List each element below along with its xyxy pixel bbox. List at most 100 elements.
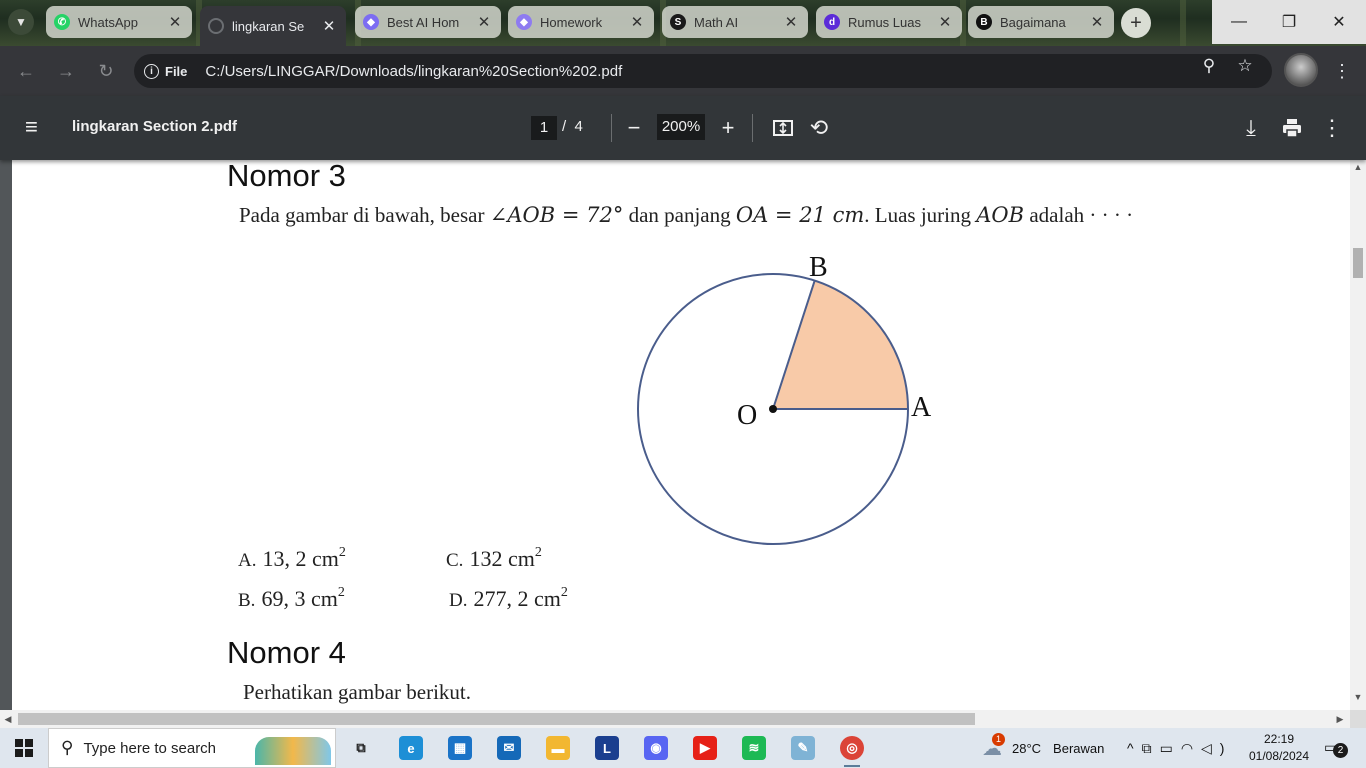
close-tab-icon[interactable]: ✕: [936, 13, 954, 31]
zoom-indicator-button[interactable]: ⚲: [1198, 55, 1220, 77]
question-4-heading: Nomor 4: [227, 635, 346, 670]
arrow-left-icon: ←: [17, 60, 35, 81]
bookmark-button[interactable]: ☆: [1234, 55, 1256, 77]
tab-title: Math AI: [694, 14, 739, 30]
more-actions-button[interactable]: ⋮: [1318, 114, 1346, 142]
minimize-button[interactable]: —: [1214, 0, 1264, 44]
browser-tab[interactable]: ◆ Homework ✕: [508, 6, 654, 38]
close-icon: ✕: [1332, 14, 1346, 31]
horizontal-scroll-thumb[interactable]: [18, 713, 975, 725]
pdf-page: Nomor 3 Pada gambar di bawah, besar ∠AOB…: [12, 158, 1350, 710]
angle-expression: ∠AOB = 72°: [489, 203, 624, 227]
horizontal-scrollbar[interactable]: ◀ ▶: [0, 710, 1350, 728]
l-app-icon[interactable]: L: [595, 736, 619, 760]
scroll-right-arrow-icon[interactable]: ▶: [1332, 712, 1348, 726]
forward-button[interactable]: →: [54, 59, 78, 83]
address-bar[interactable]: i File C:/Users/LINGGAR/Downloads/lingka…: [134, 54, 1272, 88]
browser-tab[interactable]: lingkaran Se ✕: [200, 6, 346, 46]
browser-tab[interactable]: S Math AI ✕: [662, 6, 808, 38]
b-icon: B: [976, 14, 992, 30]
site-info-chip[interactable]: i File: [144, 63, 187, 79]
windows-logo-icon: [15, 749, 23, 757]
tab-title: Best AI Hom: [387, 14, 460, 30]
vertical-scrollbar[interactable]: ▲ ▼: [1350, 160, 1366, 710]
fit-page-icon: [773, 120, 793, 136]
file-explorer-icon[interactable]: ▬: [546, 736, 570, 760]
profile-avatar[interactable]: [1284, 53, 1318, 87]
d-icon: d: [824, 14, 840, 30]
close-window-button[interactable]: ✕: [1314, 0, 1364, 44]
close-tab-icon[interactable]: ✕: [782, 13, 800, 31]
browser-tab[interactable]: ✆ WhatsApp ✕: [46, 6, 192, 38]
chrome-icon[interactable]: ◎: [840, 736, 864, 767]
notification-button[interactable]: ▭ 2: [1324, 739, 1348, 758]
url-text[interactable]: C:/Users/LINGGAR/Downloads/lingkaran%20S…: [205, 63, 622, 80]
question-4-text: Perhatikan gambar berikut.: [243, 680, 472, 704]
chevron-up-icon[interactable]: ^: [1127, 740, 1142, 756]
browser-tab[interactable]: ◆ Best AI Hom ✕: [355, 6, 501, 38]
edge-icon[interactable]: e: [399, 736, 423, 760]
search-highlight-image: [255, 737, 331, 765]
option-value: 13, 2 cm: [262, 546, 339, 571]
page-number-input[interactable]: 1: [531, 116, 557, 140]
scroll-down-arrow-icon[interactable]: ▼: [1350, 690, 1366, 704]
hamburger-icon: ≡: [25, 114, 38, 139]
center-point: [769, 405, 777, 413]
weather-widget[interactable]: ☁ 1 28°C Berawan: [982, 728, 1104, 768]
youtube-music-icon[interactable]: ▶: [693, 736, 717, 760]
zoom-in-button[interactable]: +: [714, 114, 742, 142]
scrollbar-corner: [1350, 710, 1366, 728]
reload-button[interactable]: ↻: [94, 59, 118, 83]
print-button[interactable]: [1278, 114, 1306, 142]
chevron-down-icon: ▼: [15, 15, 27, 29]
restore-button[interactable]: ❐: [1264, 0, 1314, 44]
option-label: D.: [449, 590, 468, 611]
close-tab-icon[interactable]: ✕: [166, 13, 184, 31]
divider: [611, 114, 612, 142]
option-value: 277, 2 cm: [473, 586, 561, 611]
gem-icon: ◆: [516, 14, 532, 30]
battery-icon[interactable]: ▭: [1160, 740, 1181, 757]
sidenav-menu-button[interactable]: ≡: [25, 114, 47, 139]
volume-icon[interactable]: ◁): [1201, 740, 1232, 757]
close-tab-icon[interactable]: ✕: [475, 13, 493, 31]
start-button[interactable]: [15, 739, 33, 757]
option-label: C.: [446, 550, 464, 571]
spotify-icon[interactable]: ≋: [742, 736, 766, 760]
discord-icon[interactable]: ◉: [644, 736, 668, 760]
close-tab-icon[interactable]: ✕: [320, 17, 338, 35]
notepad-icon[interactable]: ✎: [791, 736, 815, 760]
task-view-icon[interactable]: ⧉: [349, 736, 373, 760]
zoom-out-button[interactable]: −: [620, 114, 648, 142]
answer-option: B. 69, 3 cm2: [238, 585, 345, 612]
plus-icon: +: [1130, 11, 1142, 34]
close-tab-icon[interactable]: ✕: [628, 13, 646, 31]
clock[interactable]: 22:19 01/08/2024: [1246, 731, 1312, 765]
tab-strip: ▼ ✆ WhatsApp ✕ lingkaran Se ✕ ◆ Best AI Hom ✕ ◆ H…: [0, 0, 1366, 46]
mail-icon[interactable]: ✉: [497, 736, 521, 760]
option-exponent: 2: [337, 585, 345, 600]
vertical-scroll-thumb[interactable]: [1353, 248, 1363, 278]
tab-search-button[interactable]: ▼: [8, 9, 34, 35]
back-button[interactable]: ←: [14, 59, 38, 83]
option-label: B.: [238, 590, 256, 611]
scroll-up-arrow-icon[interactable]: ▲: [1350, 160, 1366, 174]
zoom-level-input[interactable]: 200%: [657, 114, 705, 140]
wifi-icon[interactable]: ◠: [1181, 740, 1201, 757]
browser-tab[interactable]: B Bagaimana ✕: [968, 6, 1114, 38]
download-button[interactable]: ⤓: [1237, 114, 1265, 142]
question-3-text-part: . Luas juring: [864, 203, 977, 227]
tab-title: WhatsApp: [78, 14, 138, 30]
scroll-left-arrow-icon[interactable]: ◀: [0, 712, 16, 726]
rotate-button[interactable]: ⟲: [805, 114, 833, 142]
browser-menu-button[interactable]: ⋮: [1332, 60, 1352, 82]
pdf-filename: lingkaran Section 2.pdf: [72, 118, 238, 135]
browser-tab[interactable]: d Rumus Luas ✕: [816, 6, 962, 38]
store-icon[interactable]: ▦: [448, 736, 472, 760]
tab-title: Homework: [540, 14, 603, 30]
taskbar-search[interactable]: ⚲ Type here to search: [48, 728, 336, 768]
meet-now-icon[interactable]: ⧉: [1142, 740, 1160, 757]
fit-page-button[interactable]: [769, 114, 797, 142]
new-tab-button[interactable]: +: [1121, 8, 1151, 38]
close-tab-icon[interactable]: ✕: [1088, 13, 1106, 31]
